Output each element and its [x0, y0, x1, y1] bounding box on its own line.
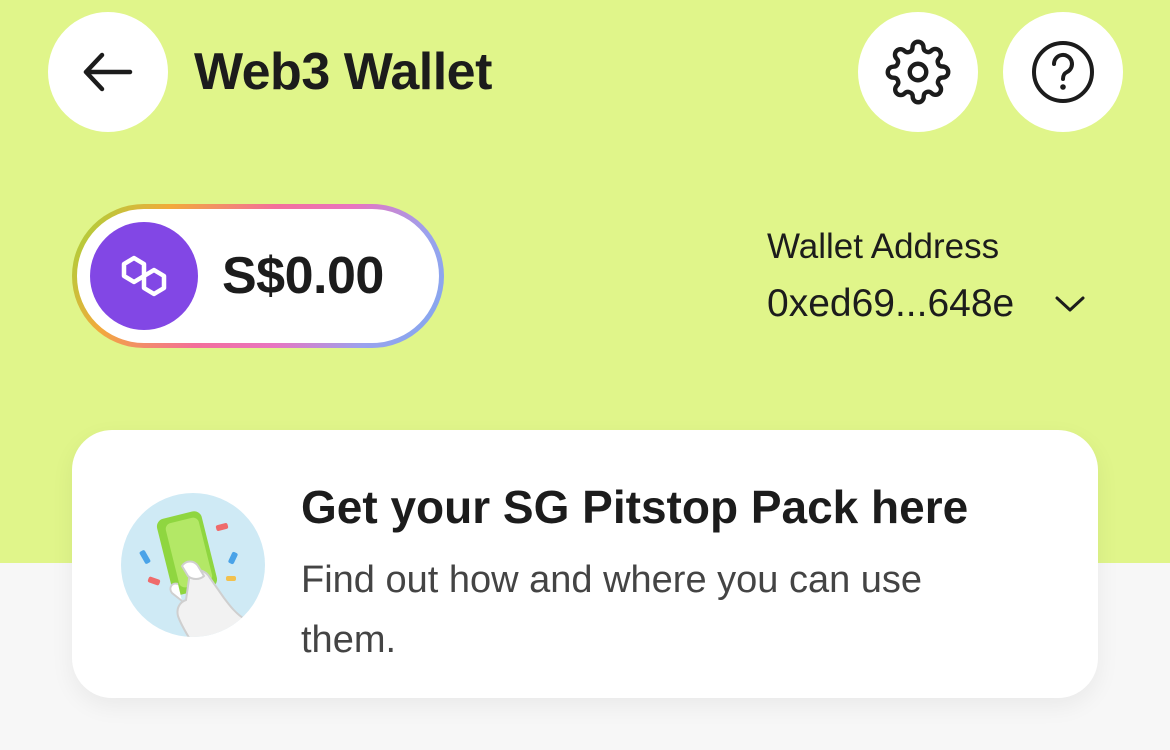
arrow-left-icon [83, 52, 133, 92]
wallet-address-label: Wallet Address [767, 227, 1000, 266]
back-button[interactable] [48, 12, 168, 132]
promo-title: Get your SG Pitstop Pack here [301, 481, 969, 533]
balance-amount: S$0.00 [222, 247, 384, 305]
promo-description: Find out how and where you can use them. [301, 559, 923, 661]
gear-icon [885, 39, 951, 105]
settings-button[interactable] [858, 12, 978, 132]
wallet-address-value[interactable]: 0xed69...648e [767, 282, 1014, 326]
hand-holding-card-illustration [120, 492, 266, 638]
promo-card[interactable]: Get your SG Pitstop Pack here Find out h… [72, 430, 1098, 698]
question-circle-icon [1032, 41, 1094, 103]
chevron-down-icon[interactable] [1052, 290, 1088, 318]
page-title: Web3 Wallet [194, 43, 492, 101]
polygon-icon [90, 222, 198, 330]
balance-pill[interactable]: S$0.00 [72, 204, 444, 348]
help-button[interactable] [1003, 12, 1123, 132]
balance-pill-inner: S$0.00 [77, 209, 439, 343]
